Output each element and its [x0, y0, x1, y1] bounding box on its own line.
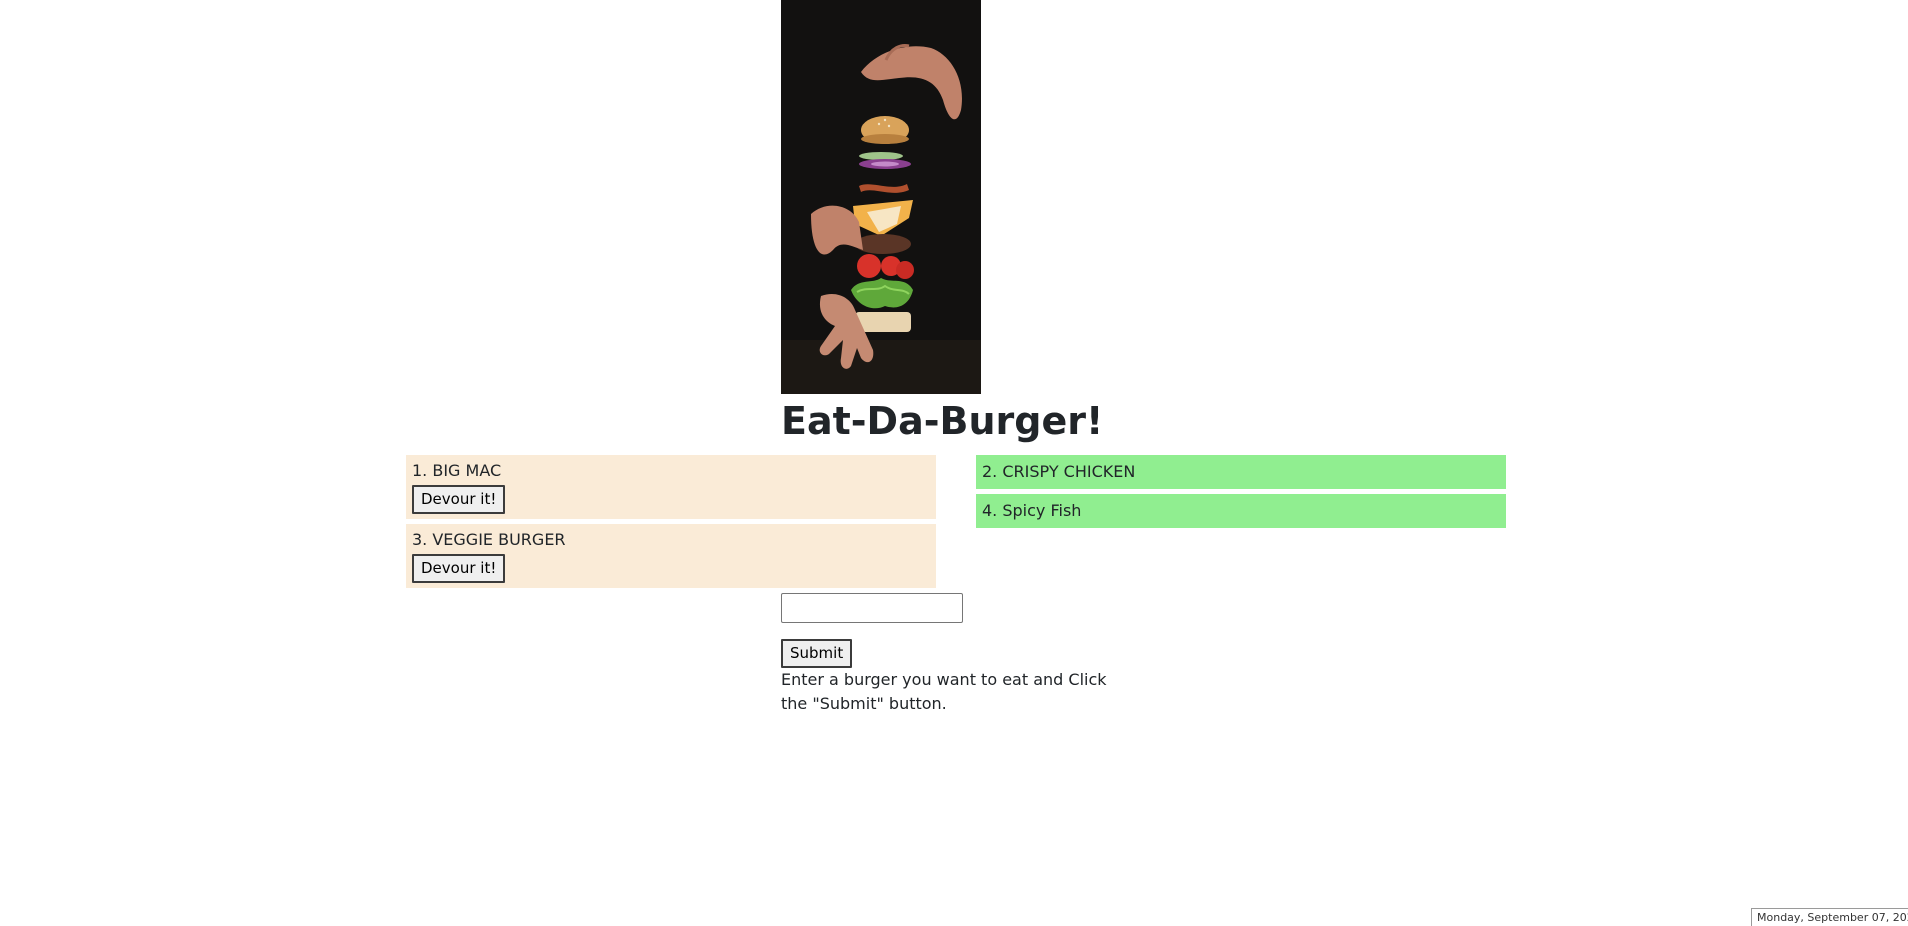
- devoured-burgers-list: 2. CRISPY CHICKEN 4. Spicy Fish: [976, 455, 1506, 533]
- hero-burger-image: [781, 0, 981, 394]
- devoured-burger-item: 2. CRISPY CHICKEN: [976, 455, 1506, 489]
- burger-name: 3. VEGGIE BURGER: [412, 530, 566, 549]
- submit-button[interactable]: Submit: [781, 639, 853, 668]
- instructions-text: Enter a burger you want to eat and Click…: [781, 670, 1107, 713]
- burger-item: 1. BIG MAC Devour it!: [406, 455, 936, 519]
- burger-item: 3. VEGGIE BURGER Devour it!: [406, 524, 936, 588]
- devour-button[interactable]: Devour it!: [412, 554, 506, 583]
- burgers-to-devour-list: 1. BIG MAC Devour it! 3. VEGGIE BURGER D…: [406, 455, 936, 593]
- devour-button[interactable]: Devour it!: [412, 485, 506, 514]
- burger-name: 1. BIG MAC: [412, 461, 502, 480]
- devoured-burger-item: 4. Spicy Fish: [976, 494, 1506, 528]
- taskbar-date: Monday, September 07, 2020: [1751, 908, 1908, 926]
- burger-name-input[interactable]: [781, 593, 963, 623]
- page-title: Eat-Da-Burger!: [781, 399, 1104, 443]
